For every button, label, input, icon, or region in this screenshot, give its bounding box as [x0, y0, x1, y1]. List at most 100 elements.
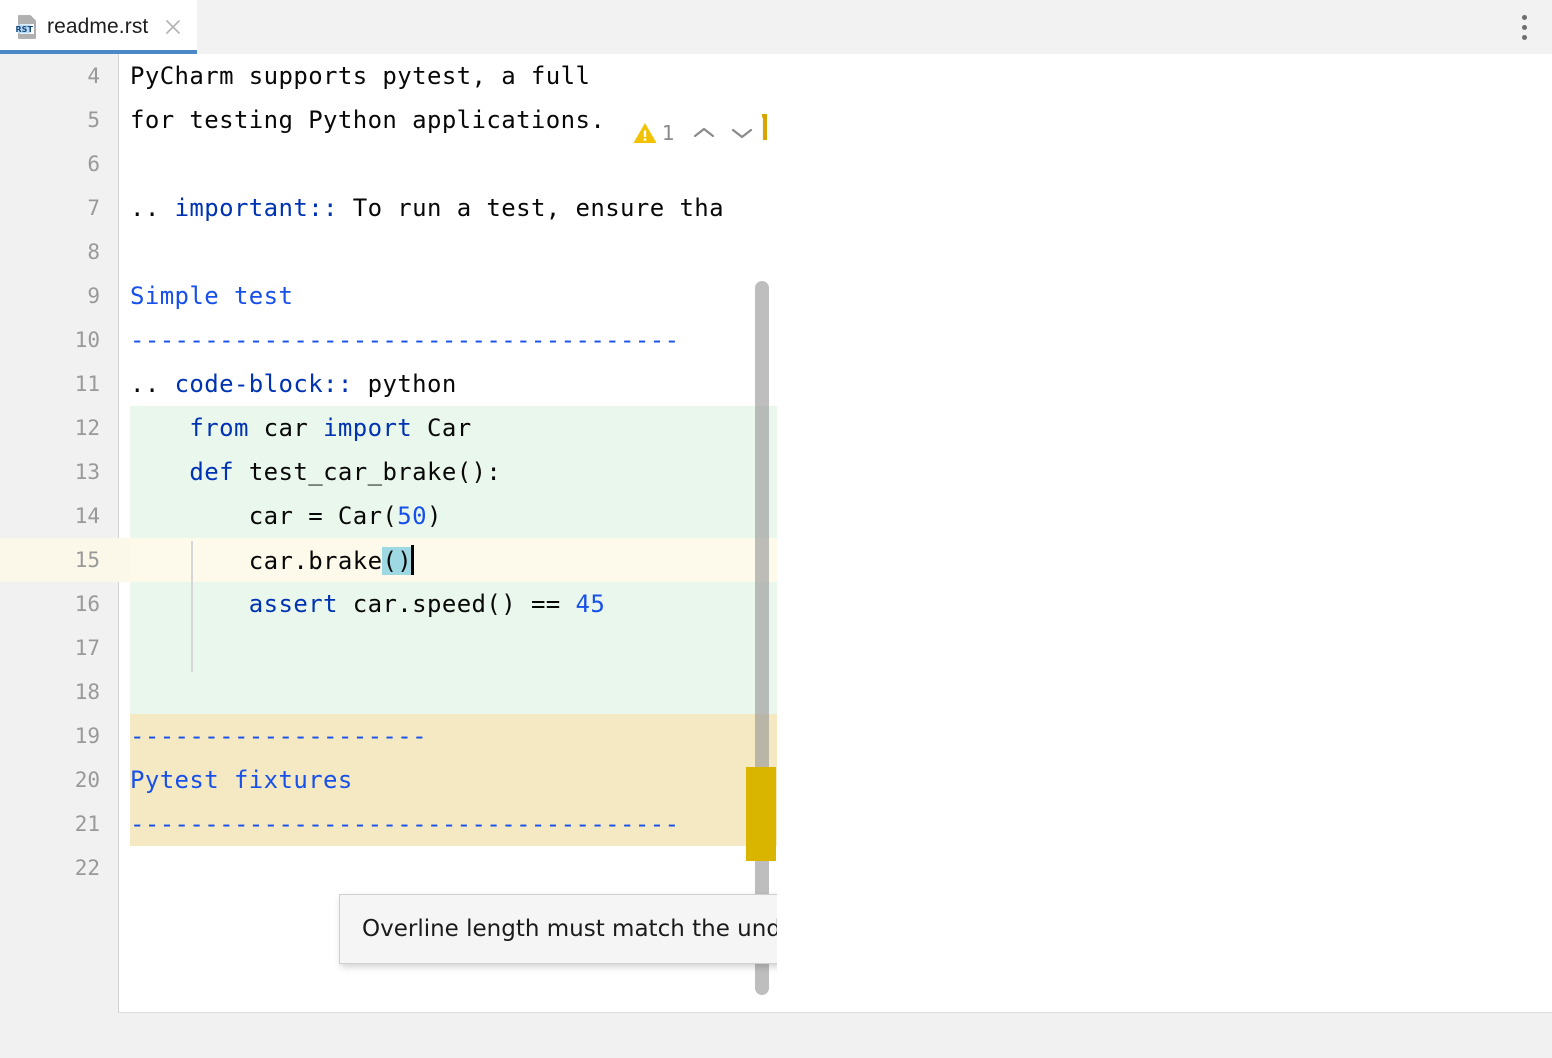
- editor-tab-bar: RST readme.rst: [0, 0, 1552, 54]
- status-bar: [0, 1012, 1552, 1058]
- code-token: test_car_brake():: [234, 458, 501, 486]
- code-token: ..: [130, 194, 175, 222]
- line-background: [130, 230, 777, 274]
- line-number: 10: [0, 328, 100, 352]
- chevron-down-icon[interactable]: [725, 118, 759, 148]
- code-token: def: [189, 458, 234, 486]
- line-number: 19: [0, 724, 100, 748]
- line-number: 18: [0, 680, 100, 704]
- code-token: To run a test, ensure tha: [338, 194, 724, 222]
- editor-line[interactable]: 16 assert car.speed() == 45: [0, 582, 777, 626]
- editor-scrollbar-thumb[interactable]: [755, 281, 769, 995]
- line-content[interactable]: .. important:: To run a test, ensure tha: [130, 194, 777, 222]
- line-number: 8: [0, 240, 100, 264]
- line-number: 16: [0, 592, 100, 616]
- editor-area: 4PyCharm supports pytest, a full5for tes…: [0, 54, 1552, 1058]
- line-number: 17: [0, 636, 100, 660]
- chevron-up-icon[interactable]: [687, 118, 721, 148]
- selected-token: (): [382, 547, 412, 575]
- line-number: 6: [0, 152, 100, 176]
- code-token: from: [189, 414, 248, 442]
- line-content[interactable]: from car import Car: [130, 414, 777, 442]
- code-token: important::: [175, 194, 338, 222]
- code-token: python: [353, 370, 457, 398]
- line-content[interactable]: -------------------------------------: [130, 810, 777, 838]
- editor-line[interactable]: 8: [0, 230, 777, 274]
- line-content[interactable]: .. code-block:: python: [130, 370, 777, 398]
- editor-line[interactable]: 17: [0, 626, 777, 670]
- inspection-widget[interactable]: 1: [628, 116, 763, 150]
- editor-line[interactable]: 12 from car import Car: [0, 406, 777, 450]
- editor-line[interactable]: 21 -------------------------------------: [0, 802, 777, 846]
- editor-tab-readme-rst[interactable]: RST readme.rst: [0, 0, 197, 54]
- line-content[interactable]: assert car.speed() == 45: [130, 590, 777, 618]
- code-token: PyCharm supports pytest, a full: [130, 62, 590, 90]
- warning-triangle-icon[interactable]: [632, 120, 658, 146]
- line-content[interactable]: --------------------: [130, 722, 777, 750]
- line-background: [130, 626, 777, 670]
- code-token: assert: [249, 590, 338, 618]
- code-token: -------------------------------------: [130, 810, 679, 838]
- editor-line[interactable]: 19 --------------------: [0, 714, 777, 758]
- line-content[interactable]: def test_car_brake():: [130, 458, 777, 486]
- line-number: 15: [0, 548, 100, 572]
- line-content[interactable]: PyCharm supports pytest, a full: [130, 62, 777, 90]
- editor-line[interactable]: 7.. important:: To run a test, ensure th…: [0, 186, 777, 230]
- line-number: 22: [0, 856, 100, 880]
- code-token: car = Car(: [130, 502, 397, 530]
- code-token: Car: [412, 414, 471, 442]
- more-vertical-icon[interactable]: [1496, 0, 1552, 54]
- line-content[interactable]: -------------------------------------: [130, 326, 777, 354]
- close-icon[interactable]: [163, 17, 183, 37]
- code-token: import: [323, 414, 412, 442]
- code-token: Pytest fixtures: [130, 766, 353, 794]
- editor-line[interactable]: 4PyCharm supports pytest, a full: [0, 54, 777, 98]
- line-number: 11: [0, 372, 100, 396]
- inspection-tooltip-text: Overline length must match the underline: [362, 916, 779, 942]
- pycharm-editor-window: RST readme.rst 4PyCharm supports pytest,…: [0, 0, 1552, 1058]
- line-content[interactable]: Simple test: [130, 282, 777, 310]
- line-number: 14: [0, 504, 100, 528]
- code-token: --------------------: [130, 722, 427, 750]
- line-number: 12: [0, 416, 100, 440]
- code-token: [130, 414, 189, 442]
- editor-line[interactable]: 13 def test_car_brake():: [0, 450, 777, 494]
- editor-lines[interactable]: 4PyCharm supports pytest, a full5for tes…: [0, 54, 777, 890]
- code-token: ): [427, 502, 442, 530]
- code-token: [130, 458, 189, 486]
- line-background: [130, 846, 777, 890]
- code-token: ..: [130, 370, 175, 398]
- more-options-dots: [1522, 15, 1527, 40]
- editor-line[interactable]: 18: [0, 670, 777, 714]
- code-token: car.speed() ==: [338, 590, 576, 618]
- editor-line[interactable]: 11 .. code-block:: python: [0, 362, 777, 406]
- editor-line[interactable]: 15 car.brake(): [0, 538, 777, 582]
- editor-line[interactable]: 9Simple test: [0, 274, 777, 318]
- editor-line[interactable]: 10 -------------------------------------: [0, 318, 777, 362]
- inspection-tooltip: Overline length must match the underline: [339, 894, 779, 964]
- line-content[interactable]: Pytest fixtures: [130, 766, 777, 794]
- code-token: car: [249, 414, 323, 442]
- rst-file-icon: RST: [16, 15, 38, 39]
- line-number: 7: [0, 196, 100, 220]
- line-content[interactable]: car = Car(50): [130, 502, 777, 530]
- code-token: 45: [576, 590, 606, 618]
- code-token: 50: [397, 502, 427, 530]
- line-number: 21: [0, 812, 100, 836]
- svg-text:RST: RST: [16, 25, 33, 34]
- code-token: Simple test: [130, 282, 293, 310]
- editor-line[interactable]: 20Pytest fixtures: [0, 758, 777, 802]
- tab-bar-spacer: [197, 0, 1496, 54]
- inspection-count: 1: [662, 121, 675, 145]
- line-content[interactable]: car.brake(): [130, 545, 777, 575]
- indent-guide: [191, 541, 193, 672]
- line-background: [130, 670, 777, 714]
- editor-empty-right-region: [777, 54, 1552, 1013]
- text-caret: [411, 545, 414, 575]
- editor-text-pane[interactable]: 4PyCharm supports pytest, a full5for tes…: [0, 54, 779, 1013]
- editor-tab-label: readme.rst: [47, 15, 148, 39]
- line-number: 5: [0, 108, 100, 132]
- editor-line[interactable]: 14 car = Car(50): [0, 494, 777, 538]
- code-token: -------------------------------------: [130, 326, 679, 354]
- editor-line[interactable]: 22: [0, 846, 777, 890]
